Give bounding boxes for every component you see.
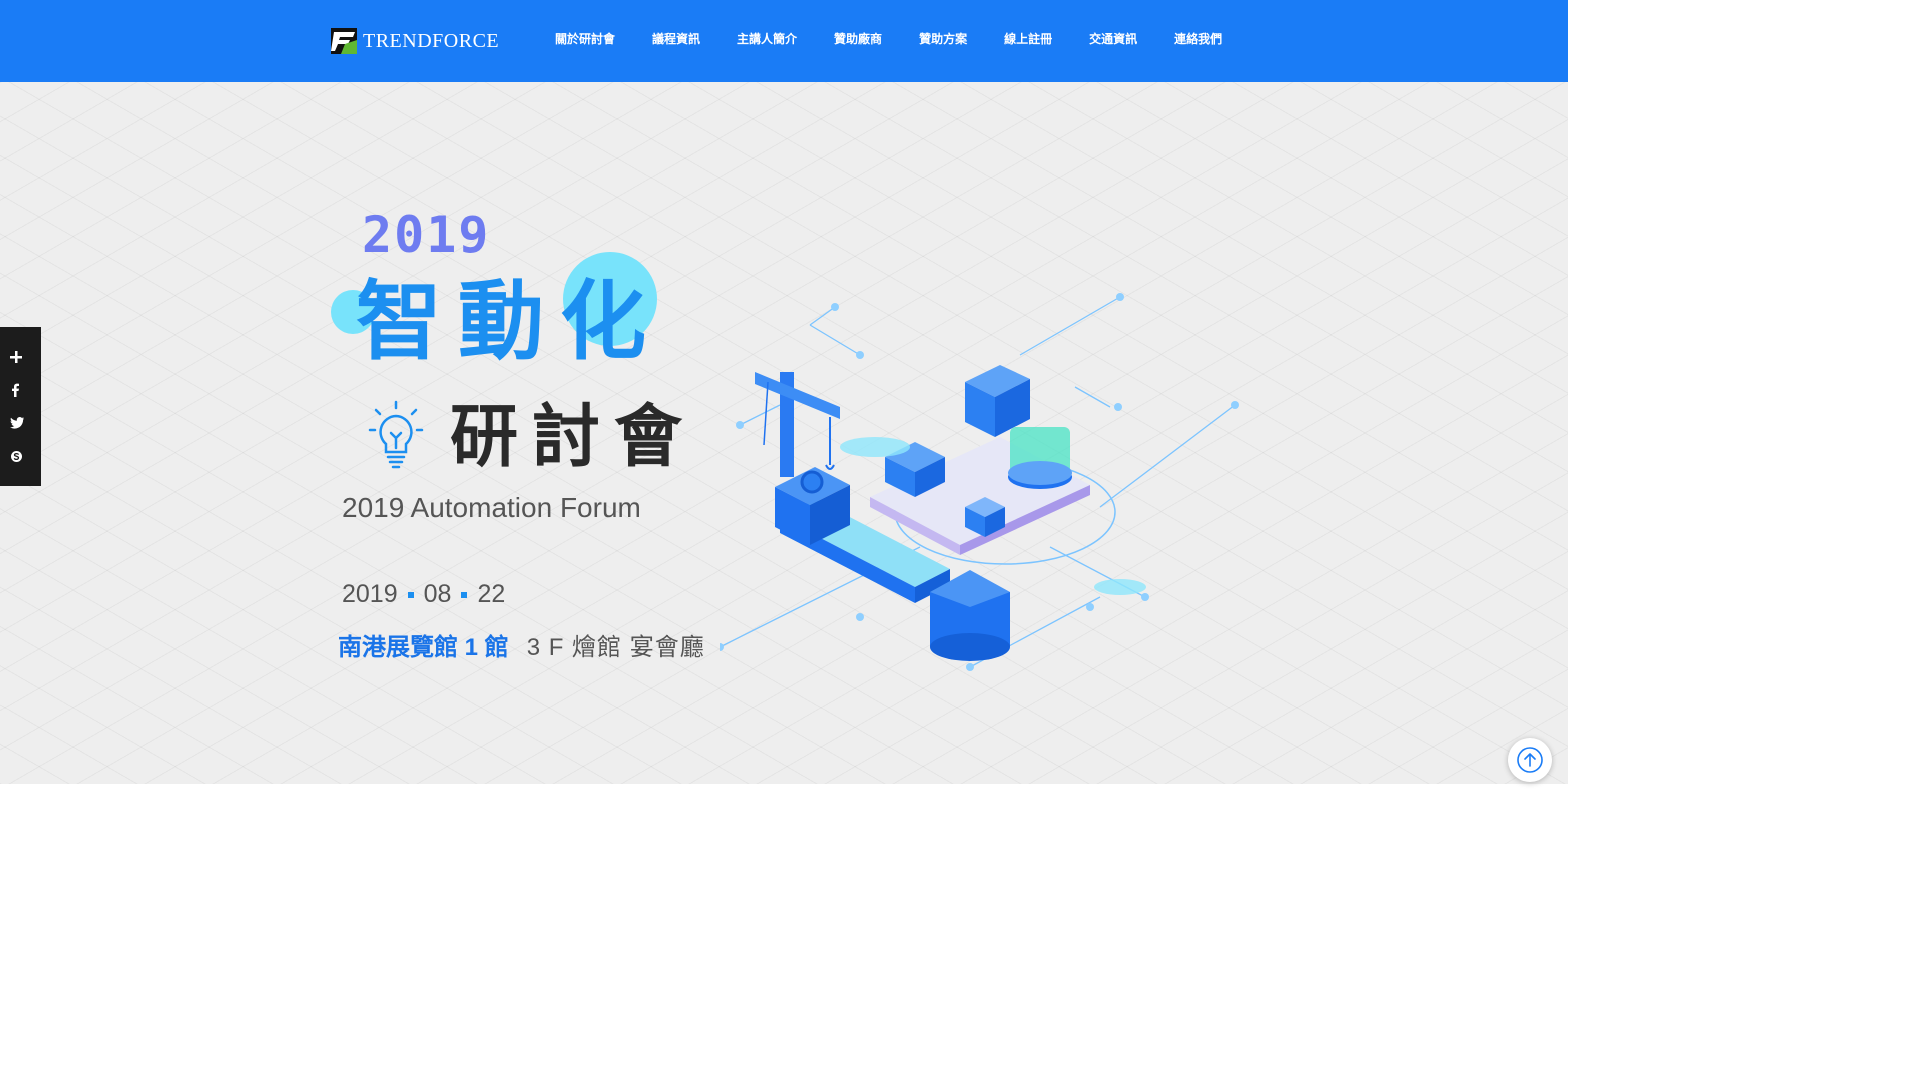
date-separator bbox=[407, 591, 414, 598]
date-day: 22 bbox=[477, 580, 506, 608]
top-header: TRENDFORCE 關於研討會 議程資訊 主講人簡介 贊助廠商 贊助方案 線上… bbox=[0, 0, 1568, 82]
skype-icon bbox=[11, 450, 22, 462]
logo-text: TRENDFORCE bbox=[363, 29, 500, 52]
facebook-icon bbox=[12, 383, 19, 397]
trendforce-logo[interactable]: TRENDFORCE bbox=[331, 28, 499, 54]
social-share-bar bbox=[0, 327, 41, 486]
scroll-to-top-button[interactable] bbox=[1508, 738, 1552, 782]
hero-subtitle: 研討會 bbox=[450, 399, 697, 475]
share-twitter-button[interactable] bbox=[0, 407, 41, 440]
nav-item-contact[interactable]: 連絡我們 bbox=[1174, 31, 1222, 47]
nav-item-sponsors[interactable]: 贊助廠商 bbox=[834, 31, 882, 47]
event-venue: 南港展覽館 1 館 3 F 燴館 宴會廳 bbox=[338, 627, 705, 662]
main-nav: 關於研討會 議程資訊 主講人簡介 贊助廠商 贊助方案 線上註冊 交通資訊 連絡我… bbox=[555, 31, 1259, 47]
nav-item-agenda[interactable]: 議程資訊 bbox=[652, 31, 700, 47]
twitter-icon bbox=[10, 417, 24, 429]
nav-item-transport[interactable]: 交通資訊 bbox=[1089, 31, 1137, 47]
event-date: 2019 08 22 bbox=[342, 580, 505, 609]
nav-item-speakers[interactable]: 主講人簡介 bbox=[737, 31, 797, 47]
share-facebook-button[interactable] bbox=[0, 374, 41, 407]
hero-year: 2019 bbox=[362, 206, 491, 264]
nav-item-sponsor-plans[interactable]: 贊助方案 bbox=[919, 31, 967, 47]
share-plus-button[interactable] bbox=[0, 341, 41, 374]
date-separator bbox=[461, 591, 468, 598]
date-year: 2019 bbox=[342, 580, 398, 608]
lightbulb-icon bbox=[368, 400, 424, 469]
arrow-up-circle-icon bbox=[1517, 747, 1543, 773]
hero-banner: 2019 智動化 研討會 2019 Automation Forum 2019 … bbox=[0, 82, 1568, 784]
plus-icon bbox=[10, 351, 22, 363]
forum-english-name: 2019 Automation Forum bbox=[342, 492, 641, 523]
logo-mark-icon bbox=[331, 28, 357, 54]
nav-item-register[interactable]: 線上註冊 bbox=[1004, 31, 1052, 47]
isometric-factory-illustration bbox=[720, 293, 1239, 671]
venue-main: 南港展覽館 1 館 bbox=[338, 634, 509, 661]
hero-title: 智動化 bbox=[356, 274, 662, 370]
share-skype-button[interactable] bbox=[0, 440, 41, 473]
venue-detail: 3 F 燴館 宴會廳 bbox=[526, 634, 705, 661]
date-month: 08 bbox=[423, 580, 452, 608]
nav-item-about[interactable]: 關於研討會 bbox=[555, 31, 615, 47]
